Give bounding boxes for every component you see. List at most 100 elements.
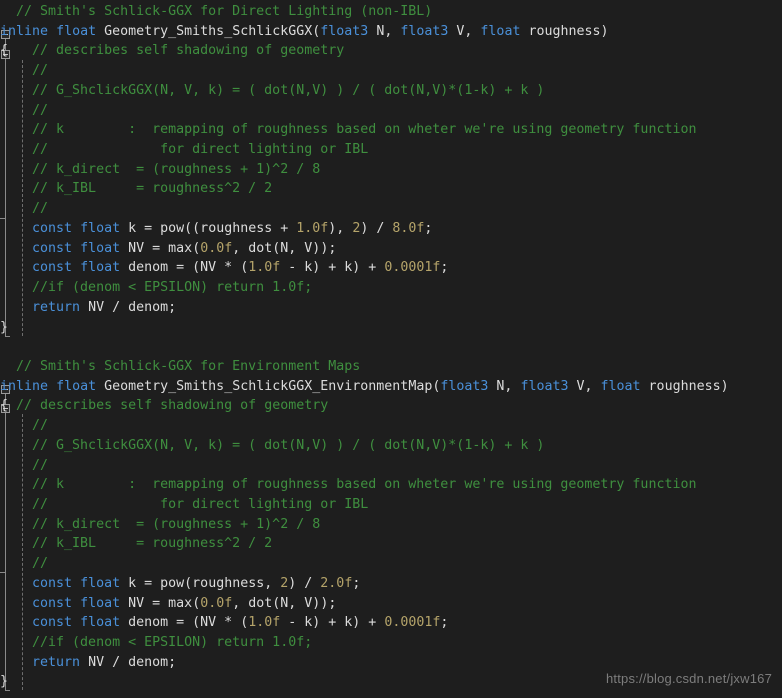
code-token-ty: float3: [520, 378, 569, 394]
code-token-pn: [72, 576, 80, 591]
code-line: }: [0, 318, 782, 338]
code-token-ty: float: [80, 220, 121, 236]
code-token-pn: [72, 596, 80, 611]
code-token-ty: float: [56, 23, 97, 39]
code-token-cm: // k : remapping of roughness based on w…: [0, 122, 697, 138]
code-token-pn: [0, 576, 32, 591]
code-token-id: Geometry_Smiths_SchlickGGX_EnvironmentMa…: [104, 378, 433, 394]
code-line: const float denom = (NV * (1.0f - k) + k…: [0, 613, 782, 633]
code-token-id: N,: [368, 23, 401, 39]
code-token-id: V,: [448, 23, 481, 39]
code-token-id: NV =: [120, 240, 169, 256]
code-text-area[interactable]: // Smith's Schlick-GGX for Direct Lighti…: [0, 0, 782, 698]
code-token-id: ),: [328, 220, 353, 236]
code-line: //: [0, 199, 782, 219]
code-line: const float k = pow((roughness + 1.0f), …: [0, 219, 782, 239]
code-token-cm: // k_direct = (roughness + 1)^2 / 8: [0, 161, 321, 177]
code-token-id: V,: [568, 378, 601, 394]
code-token-id: roughness: [640, 378, 721, 394]
code-line: // k_direct = (roughness + 1)^2 / 8: [0, 515, 782, 535]
code-token-pn: [48, 379, 56, 394]
code-token-pn: [48, 24, 56, 39]
code-token-pn: [0, 300, 32, 315]
code-token-cm: // k_IBL = roughness^2 / 2: [0, 181, 273, 197]
code-token-ty: float: [80, 615, 121, 631]
code-token-pn: [0, 260, 32, 275]
code-token-ty: float: [56, 378, 97, 394]
code-line: const float k = pow(roughness, 2) / 2.0f…: [0, 574, 782, 594]
code-editor-surface[interactable]: // Smith's Schlick-GGX for Direct Lighti…: [0, 0, 782, 698]
code-token-ty: float: [80, 595, 121, 611]
code-line: const float NV = max(0.0f, dot(N, V));: [0, 594, 782, 614]
code-token-id: k =: [120, 220, 161, 236]
code-token-cm: // G_ShclickGGX(N, V, k) = ( dot(N,V) ) …: [0, 82, 545, 98]
code-token-pn: [72, 260, 80, 275]
code-token-kw: inline: [0, 378, 49, 394]
code-token-id: N,: [488, 378, 521, 394]
code-token-pn: [0, 221, 32, 236]
code-token-kw: const: [32, 240, 73, 256]
code-token-cm: // describes self shadowing of geometry: [8, 398, 329, 414]
code-token-cm: // Smith's Schlick-GGX for Environment M…: [0, 358, 361, 374]
code-token-pn: [96, 24, 104, 39]
code-line: const float NV = max(0.0f, dot(N, V));: [0, 239, 782, 259]
code-token-kw: return: [32, 299, 81, 315]
code-line: //: [0, 416, 782, 436]
code-token-cm: // G_ShclickGGX(N, V, k) = ( dot(N,V) ) …: [0, 437, 545, 453]
code-line: inline float Geometry_Smiths_SchlickGGX_…: [0, 377, 782, 397]
code-token-ty: float: [80, 575, 121, 591]
code-line: // Smith's Schlick-GGX for Direct Lighti…: [0, 2, 782, 22]
code-token-pn: {: [0, 43, 9, 59]
code-token-nm: 0.0001f: [384, 260, 441, 276]
code-token-kw: const: [32, 595, 73, 611]
code-token-nm: 1.0f: [296, 220, 329, 236]
code-token-kw: const: [32, 575, 73, 591]
code-line: const float denom = (NV * (1.0f - k) + k…: [0, 258, 782, 278]
code-token-pn: [0, 615, 32, 630]
code-token-kw: inline: [0, 23, 49, 39]
code-line: inline float Geometry_Smiths_SchlickGGX(…: [0, 22, 782, 42]
code-token-id: dot: [248, 595, 273, 611]
code-token-cm: //if (denom < EPSILON) return 1.0f;: [0, 280, 313, 296]
code-token-nm: 0.0001f: [384, 615, 441, 631]
code-line: //: [0, 554, 782, 574]
code-token-cm: // for direct lighting or IBL: [0, 142, 369, 158]
code-token-cm: //: [0, 102, 49, 118]
code-token-cm: //: [0, 418, 49, 434]
code-token-id: (N, V));: [272, 240, 337, 256]
code-token-id: ) /: [288, 575, 321, 591]
code-token-id: Geometry_Smiths_SchlickGGX: [104, 23, 313, 39]
code-token-id: NV / denom;: [80, 299, 177, 315]
code-token-id: pow: [160, 575, 185, 591]
code-token-cm: // k_direct = (roughness + 1)^2 / 8: [0, 516, 321, 532]
code-line: { // describes self shadowing of geometr…: [0, 41, 782, 61]
code-line: // Smith's Schlick-GGX for Environment M…: [0, 357, 782, 377]
code-line: //: [0, 61, 782, 81]
code-token-pn: [72, 221, 80, 236]
code-token-ty: float: [80, 260, 121, 276]
code-line: //if (denom < EPSILON) return 1.0f;: [0, 633, 782, 653]
code-line: // k_IBL = roughness^2 / 2: [0, 179, 782, 199]
code-token-id: ((roughness +: [184, 220, 297, 236]
code-token-id: ;: [440, 260, 449, 276]
code-line: //if (denom < EPSILON) return 1.0f;: [0, 278, 782, 298]
code-line: // for direct lighting or IBL: [0, 140, 782, 160]
code-token-nm: 0.0f: [200, 240, 233, 256]
code-token-kw: const: [32, 615, 73, 631]
code-token-pn: [72, 615, 80, 630]
code-token-id: NV =: [120, 595, 169, 611]
code-token-cm: //if (denom < EPSILON) return 1.0f;: [0, 635, 313, 650]
code-token-id: (: [192, 240, 201, 256]
code-token-id: ,: [232, 595, 249, 611]
code-token-pn: ): [600, 23, 609, 39]
code-line: // k : remapping of roughness based on w…: [0, 475, 782, 495]
code-token-id: ) /: [360, 220, 393, 236]
code-token-id: denom = (NV * (: [120, 615, 249, 631]
code-token-pn: }: [0, 319, 9, 335]
code-line: //: [0, 456, 782, 476]
code-token-nm: 1.0f: [248, 615, 281, 631]
code-token-ty: float3: [400, 23, 449, 39]
code-token-pn: }: [0, 674, 9, 690]
code-token-id: k =: [120, 575, 161, 591]
